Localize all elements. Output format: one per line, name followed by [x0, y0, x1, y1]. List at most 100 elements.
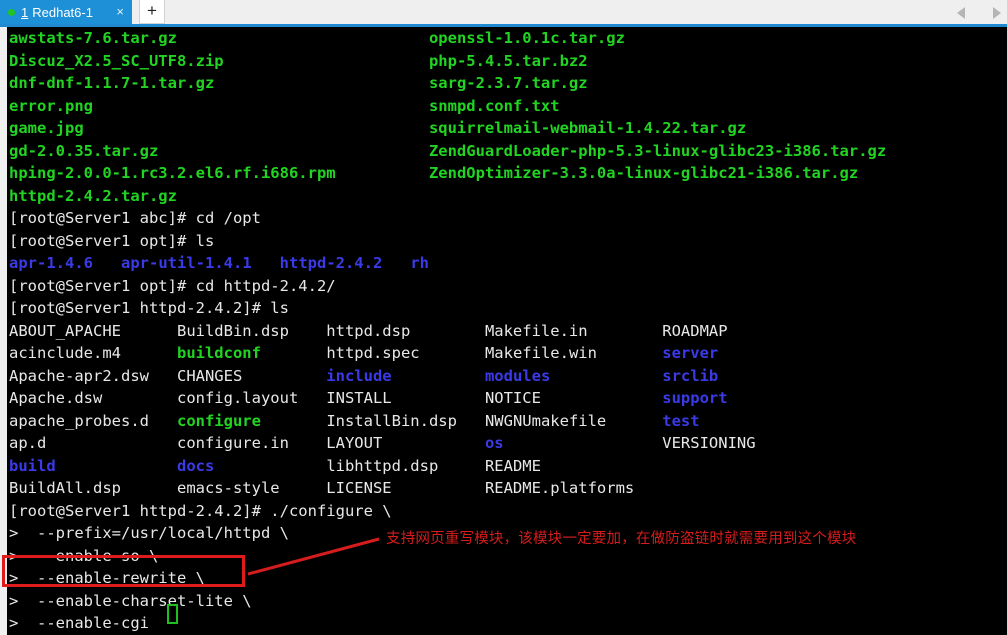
terminal-line: gd-2.0.35.tar.gz ZendGuardLoader-php-5.3… — [9, 140, 1007, 163]
terminal-text: LAYOUT — [326, 434, 485, 452]
terminal-text: support — [662, 389, 728, 407]
terminal-text: Apache.dsw — [9, 389, 177, 407]
terminal-line: error.png snmpd.conf.txt — [9, 95, 1007, 118]
terminal-text: > --enable-rewrite \ — [9, 569, 205, 587]
terminal-line: dnf-dnf-1.1.7-1.tar.gz sarg-2.3.7.tar.gz — [9, 72, 1007, 95]
close-icon[interactable]: × — [116, 4, 124, 20]
terminal-text: openssl-1.0.1c.tar.gz — [428, 29, 625, 47]
terminal-text: build — [9, 456, 56, 475]
terminal-line: ABOUT_APACHE BuildBin.dsp httpd.dsp Make… — [9, 320, 1007, 343]
terminal-line: Apache.dsw config.layout INSTALL NOTICE … — [9, 387, 1007, 410]
terminal-text: modules — [484, 366, 551, 385]
terminal-text: LICENSE — [326, 479, 485, 497]
terminal-line: apache_probes.d configure InstallBin.dsp… — [9, 410, 1007, 433]
terminal-text: include — [326, 366, 392, 385]
terminal-text: [root@Server1 httpd-2.4.2]# ls — [9, 299, 289, 317]
session-status-dot-icon — [8, 8, 15, 16]
terminal-text: rh — [410, 254, 429, 272]
terminal-text: Discuz_X2.5_SC_UTF8.zip — [9, 51, 224, 70]
terminal-text: dnf-dnf-1.1.7-1.tar.gz — [9, 74, 215, 92]
terminal-text: INSTALL — [326, 389, 485, 407]
chevron-left-icon[interactable] — [957, 7, 965, 19]
terminal-line: build docs libhttpd.dsp README — [9, 455, 1007, 478]
terminal-text: acinclude.m4 — [9, 344, 177, 362]
terminal-text: configure — [176, 411, 261, 430]
terminal-line: [root@Server1 opt]# ls — [9, 230, 1007, 253]
terminal-line: > --enable-rewrite \ — [9, 567, 1007, 590]
terminal-text: game.jpg — [9, 119, 84, 137]
terminal-line: Apache-apr2.dsw CHANGES include modules … — [9, 365, 1007, 388]
terminal-line: hping-2.0.0-1.rc3.2.el6.rf.i686.rpm Zend… — [9, 162, 1007, 185]
terminal-text: ZendGuardLoader-php-5.3-linux-glibc23-i3… — [428, 141, 887, 160]
terminal-text: Makefile.in — [484, 321, 663, 340]
terminal-line: Discuz_X2.5_SC_UTF8.zip php-5.4.5.tar.bz… — [9, 50, 1007, 73]
terminal-text: VERSIONING — [662, 434, 756, 452]
terminal-line: ap.d configure.in LAYOUT os VERSIONING — [9, 432, 1007, 455]
terminal-text: > --enable-cgi — [9, 614, 149, 632]
terminal-text: httpd-2.4.2.tar.gz — [9, 186, 177, 205]
terminal-text: [root@Server1 opt]# ls — [9, 231, 215, 250]
terminal-text: NWGNUmakefile — [484, 411, 663, 430]
terminal-text: apr-util-1.4.1 — [121, 254, 252, 272]
terminal-text: httpd.dsp — [326, 321, 485, 340]
tab-title-label: Redhat6-1 — [32, 4, 93, 20]
terminal-text: [root@Server1 abc]# cd /opt — [9, 209, 261, 227]
terminal-line: > --prefix=/usr/local/httpd \ — [9, 522, 1007, 545]
terminal-scrollbar-thumb[interactable] — [0, 27, 7, 635]
terminal-text: CHANGES — [176, 366, 327, 385]
terminal-text: php-5.4.5.tar.bz2 — [428, 51, 588, 70]
terminal-text: > --enable-charset-lite \ — [9, 591, 252, 610]
terminal-text: error.png — [9, 96, 93, 115]
terminal-text: configure.in — [176, 434, 327, 452]
terminal-text: config.layout — [176, 389, 327, 407]
terminal-text: sarg-2.3.7.tar.gz — [428, 74, 588, 92]
terminal-text: squirrelmail-webmail-1.4.22.tar.gz — [428, 119, 747, 137]
terminal-text: BuildBin.dsp — [176, 321, 327, 340]
terminal-text: README.platforms — [484, 479, 635, 497]
terminal-text: ap.d — [9, 434, 177, 452]
terminal-text: [root@Server1 httpd-2.4.2]# ./configure … — [9, 501, 392, 520]
terminal-text: gd-2.0.35.tar.gz — [9, 141, 159, 160]
terminal-line: > --enable-so \ — [9, 545, 1007, 568]
terminal-text: docs — [177, 456, 215, 475]
chevron-right-icon[interactable] — [993, 7, 1001, 19]
terminal-text: Apache-apr2.dsw — [9, 366, 177, 385]
terminal-line: > --enable-cgi — [9, 612, 1007, 635]
terminal-text: awstats-7.6.tar.gz — [9, 29, 177, 47]
tab-index-label: 1 — [21, 4, 29, 20]
terminal-line: awstats-7.6.tar.gz openssl-1.0.1c.tar.gz — [9, 27, 1007, 50]
terminal-text: server — [662, 344, 719, 362]
terminal-scrollbar[interactable] — [0, 27, 7, 635]
terminal-line: acinclude.m4 buildconf httpd.spec Makefi… — [9, 342, 1007, 365]
terminal-line: httpd-2.4.2.tar.gz — [9, 185, 1007, 208]
terminal-text: BuildAll.dsp — [9, 479, 177, 497]
tab-nav-arrows — [957, 4, 1001, 22]
terminal-line: [root@Server1 httpd-2.4.2]# ls — [9, 297, 1007, 320]
terminal-line: apr-1.4.6 apr-util-1.4.1 httpd-2.4.2 rh — [9, 252, 1007, 275]
terminal-text: hping-2.0.0-1.rc3.2.el6.rf.i686.rpm — [9, 164, 336, 182]
terminal-line: [root@Server1 opt]# cd httpd-2.4.2/ — [9, 275, 1007, 298]
new-tab-button[interactable]: + — [139, 0, 165, 24]
terminal-line: game.jpg squirrelmail-webmail-1.4.22.tar… — [9, 117, 1007, 140]
terminal-line: BuildAll.dsp emacs-style LICENSE README.… — [9, 477, 1007, 500]
terminal-text: ZendOptimizer-3.3.0a-linux-glibc21-i386.… — [428, 164, 859, 182]
terminal-text: emacs-style — [176, 479, 327, 497]
terminal-text: [root@Server1 opt]# cd httpd-2.4.2/ — [9, 276, 336, 295]
terminal-screen[interactable]: awstats-7.6.tar.gz openssl-1.0.1c.tar.gz… — [0, 27, 1007, 635]
terminal-text: ABOUT_APACHE — [9, 321, 177, 340]
tab-redhat6-1[interactable]: 1 Redhat6-1 × — [0, 0, 132, 24]
